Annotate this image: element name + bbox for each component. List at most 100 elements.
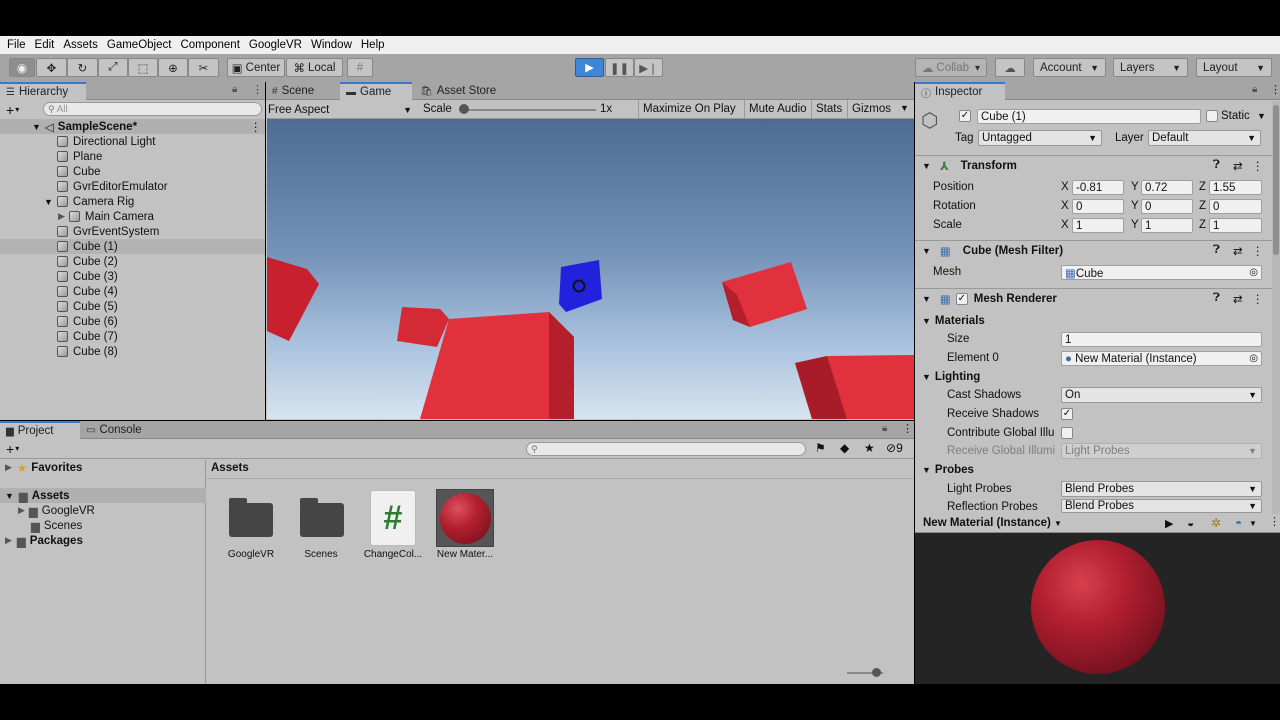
menu-edit[interactable]: Edit bbox=[32, 39, 61, 51]
static-checkbox[interactable] bbox=[1206, 110, 1218, 122]
more-icon[interactable]: ⋮ bbox=[1252, 292, 1264, 306]
menu-help[interactable]: Help bbox=[358, 39, 391, 51]
menu-googlevr[interactable]: GoogleVR bbox=[246, 39, 308, 51]
tree-packages[interactable]: ▶ ▆ Packages bbox=[5, 533, 83, 548]
game-viewport[interactable] bbox=[267, 119, 914, 419]
scale-tool-button[interactable]: ⤢ bbox=[98, 58, 128, 77]
tab-scene[interactable]: # Scene bbox=[266, 82, 340, 100]
materials-size-field[interactable]: 1 bbox=[1061, 332, 1262, 347]
list-item[interactable]: Cube bbox=[57, 164, 101, 179]
lock-icon[interactable]: 🔒︎ bbox=[1252, 84, 1257, 95]
inspector-scrollbar[interactable] bbox=[1272, 101, 1280, 514]
preview-title-dropdown[interactable]: New Material (Instance) ▼ bbox=[923, 517, 1062, 529]
renderer-enabled-checkbox[interactable]: ✓ bbox=[955, 292, 968, 305]
aspect-dropdown[interactable]: Free Aspect ▼ bbox=[268, 101, 416, 118]
layers-dropdown[interactable]: Layers ▼ bbox=[1113, 58, 1188, 77]
hidden-packages-toggle[interactable]: ⊘ 9 bbox=[886, 441, 903, 455]
chevron-down-icon[interactable]: ▼ bbox=[44, 197, 53, 207]
plus-icon[interactable]: + bbox=[6, 441, 14, 457]
label-icon[interactable]: ◆ bbox=[840, 441, 849, 455]
tree-googlevr[interactable]: ▶ ▆ GoogleVR bbox=[18, 503, 95, 518]
move-tool-button[interactable]: ✥ bbox=[36, 58, 67, 77]
view-tool-button[interactable]: ◉ bbox=[9, 58, 35, 77]
list-item[interactable]: Directional Light bbox=[57, 134, 155, 149]
list-item[interactable]: ▶ Main Camera bbox=[58, 209, 154, 224]
chevron-right-icon[interactable]: ▶ bbox=[5, 462, 12, 473]
menu-component[interactable]: Component bbox=[177, 39, 245, 51]
play-icon[interactable]: ▶ bbox=[1165, 517, 1173, 530]
step-button[interactable]: ▶❘ bbox=[634, 58, 663, 77]
folder-icon[interactable] bbox=[229, 498, 273, 537]
scale-y-field[interactable]: 1 bbox=[1141, 218, 1193, 233]
icon-size-handle[interactable] bbox=[872, 668, 881, 677]
preset-icon[interactable]: ⇄ bbox=[1233, 159, 1243, 173]
rotation-x-field[interactable]: 0 bbox=[1072, 199, 1124, 214]
list-item[interactable]: GvrEditorEmulator bbox=[57, 179, 168, 194]
material-thumbnail[interactable] bbox=[436, 489, 494, 547]
list-item-selected[interactable]: Cube (1) bbox=[0, 239, 265, 254]
csharp-script-icon[interactable]: # bbox=[370, 490, 416, 546]
more-icon[interactable]: ⋮ bbox=[1252, 244, 1264, 258]
lighting-foldout[interactable]: ▼ Lighting bbox=[922, 371, 980, 383]
chevron-down-icon[interactable]: ▼ bbox=[922, 294, 931, 304]
light-icon[interactable]: ✲ bbox=[1211, 516, 1221, 530]
active-checkbox[interactable]: ✓ bbox=[959, 110, 971, 122]
chevron-down-icon[interactable]: ▾ bbox=[15, 444, 19, 453]
target-icon[interactable]: ◎ bbox=[1249, 267, 1258, 278]
custom-tool-button[interactable]: ✂ bbox=[188, 58, 219, 77]
project-search-input[interactable]: ⚲ bbox=[526, 442, 806, 456]
position-x-field[interactable]: -0.81 bbox=[1072, 180, 1124, 195]
rotate-tool-button[interactable]: ↻ bbox=[67, 58, 98, 77]
chevron-down-icon[interactable]: ▼ bbox=[1249, 519, 1257, 528]
mesh-filter-header[interactable]: ▼ ▦ Cube (Mesh Filter) ❓︎ ⇄ ⋮ bbox=[915, 240, 1272, 260]
chevron-right-icon[interactable]: ▶ bbox=[18, 505, 25, 516]
more-icon[interactable]: ⋮ bbox=[902, 422, 913, 435]
tab-project[interactable]: ▆ Project bbox=[0, 421, 80, 439]
gizmos-toggle[interactable]: Gizmos bbox=[847, 100, 895, 119]
tree-scenes[interactable]: ▆ Scenes bbox=[31, 518, 82, 533]
chevron-down-icon[interactable]: ▼ bbox=[922, 246, 931, 256]
tab-asset-store[interactable]: 🛍︎ Asset Store bbox=[414, 82, 504, 100]
tree-assets[interactable]: ▼ ▆ Assets bbox=[0, 488, 206, 503]
filter-type-icon[interactable]: ⚑ bbox=[815, 441, 826, 455]
star-icon[interactable]: ★ bbox=[864, 441, 875, 455]
cast-shadows-dropdown[interactable]: On ▼ bbox=[1061, 387, 1262, 403]
play-button[interactable]: ▶ bbox=[575, 58, 604, 77]
light-probes-dropdown[interactable]: Blend Probes ▼ bbox=[1061, 481, 1262, 497]
hierarchy-search-input[interactable]: ⚲ All bbox=[43, 102, 262, 116]
mute-audio-toggle[interactable]: Mute Audio bbox=[744, 100, 811, 119]
list-item[interactable]: GvrEventSystem bbox=[57, 224, 159, 239]
receive-shadows-checkbox[interactable]: ✓ bbox=[1061, 408, 1073, 420]
chevron-right-icon[interactable]: ▶ bbox=[5, 535, 12, 546]
more-icon[interactable]: ⋮ bbox=[250, 120, 262, 134]
transform-tool-button[interactable]: ⊕ bbox=[158, 58, 188, 77]
help-icon[interactable]: ❓︎ bbox=[1213, 292, 1220, 305]
menu-window[interactable]: Window bbox=[308, 39, 358, 51]
more-icon[interactable]: ⋮ bbox=[1252, 159, 1264, 173]
object-name-field[interactable]: Cube (1) bbox=[977, 109, 1201, 124]
menu-gameobject[interactable]: GameObject bbox=[104, 39, 178, 51]
cloud-button[interactable]: ☁ bbox=[995, 58, 1025, 77]
preset-icon[interactable]: ⇄ bbox=[1233, 292, 1243, 306]
tree-favorites[interactable]: ▶ ★ Favorites bbox=[5, 460, 82, 475]
tab-hierarchy[interactable]: ☰ Hierarchy bbox=[0, 82, 86, 100]
chevron-down-icon[interactable]: ▼ bbox=[32, 122, 41, 132]
pivot-space-button[interactable]: ⌘ Local bbox=[286, 58, 343, 77]
snap-button[interactable]: # bbox=[347, 58, 373, 77]
menu-assets[interactable]: Assets bbox=[60, 39, 104, 51]
chevron-down-icon[interactable]: ▼ bbox=[922, 161, 931, 171]
scene-row[interactable]: ▼ ◁ SampleScene* ⋮ bbox=[0, 119, 265, 134]
pivot-center-button[interactable]: ▣ Center bbox=[227, 58, 285, 77]
list-item[interactable]: Cube (2) bbox=[57, 254, 118, 269]
folder-icon[interactable] bbox=[300, 498, 344, 537]
target-icon[interactable]: ◎ bbox=[1249, 353, 1258, 364]
scale-slider-handle[interactable] bbox=[459, 104, 469, 114]
chevron-down-icon[interactable]: ▼ bbox=[1257, 111, 1266, 121]
layer-dropdown[interactable]: Default ▼ bbox=[1148, 130, 1261, 146]
mesh-renderer-header[interactable]: ▼ ▦ ✓ Mesh Renderer ❓︎ ⇄ ⋮ bbox=[915, 288, 1272, 308]
layout-dropdown[interactable]: Layout ▼ bbox=[1196, 58, 1272, 77]
tab-console[interactable]: ▭ Console bbox=[80, 421, 160, 439]
more-icon[interactable]: ⋮ bbox=[252, 83, 263, 96]
chevron-down-icon[interactable]: ▾ bbox=[15, 105, 19, 114]
preset-icon[interactable]: ⇄ bbox=[1233, 244, 1243, 258]
